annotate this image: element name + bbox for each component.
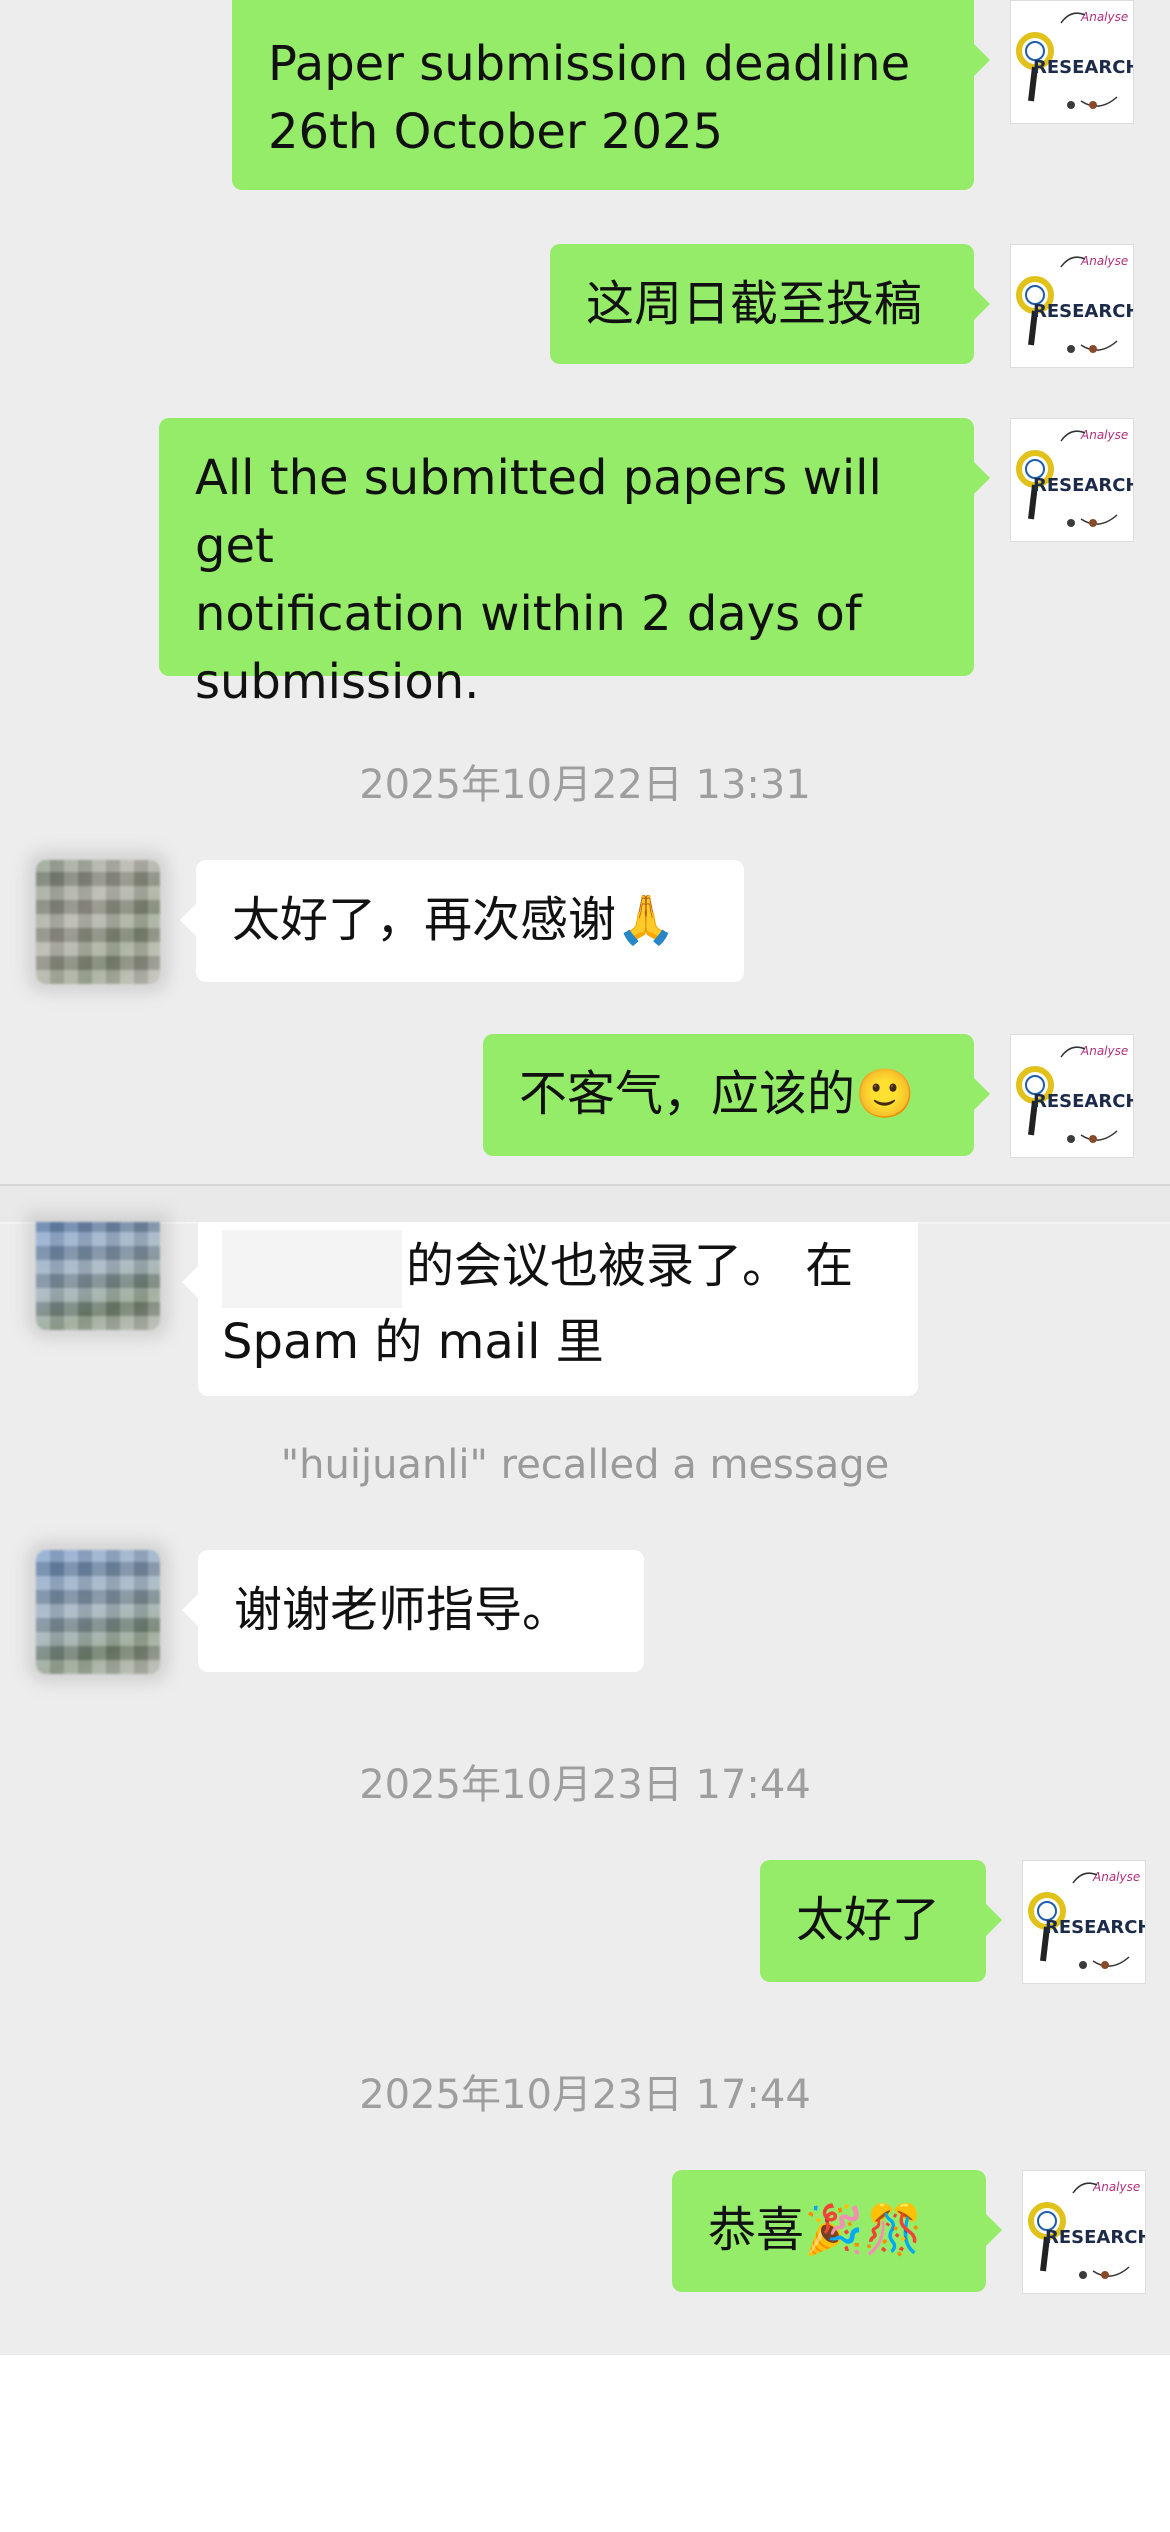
- message-line: notification within 2 days of: [195, 586, 862, 642]
- svg-text:Analyse: Analyse: [1092, 2180, 1140, 2194]
- my-avatar[interactable]: RESEARCH Analyse: [1022, 1860, 1146, 1984]
- chat-area[interactable]: Paper submission deadline 26th October 2…: [0, 0, 1170, 2355]
- message-bubble[interactable]: 谢谢老师指导。: [182, 1550, 644, 1672]
- message-text: 不客气，应该的🙂: [519, 1066, 915, 1122]
- svg-text:Analyse: Analyse: [1080, 1044, 1128, 1058]
- research-logo-icon: RESEARCH Analyse: [1016, 10, 1134, 109]
- research-logo-text: RESEARCH: [1045, 2227, 1146, 2248]
- my-avatar[interactable]: RESEARCH Analyse: [1010, 244, 1134, 368]
- svg-text:Analyse: Analyse: [1080, 254, 1128, 268]
- input-area-blank: [0, 2355, 1170, 2532]
- message-text: 太好了: [796, 1892, 941, 1948]
- message-text: 这周日截至投稿: [586, 276, 923, 332]
- svg-text:Analyse: Analyse: [1092, 1870, 1140, 1884]
- message-text: 谢谢老师指导。: [234, 1582, 571, 1638]
- research-logo-text: RESEARCH: [1033, 1091, 1134, 1112]
- my-avatar[interactable]: RESEARCH Analyse: [1010, 1034, 1134, 1158]
- svg-text:Analyse: Analyse: [1080, 10, 1128, 24]
- screenshot-seam: [0, 1184, 1170, 1224]
- contact-avatar[interactable]: [36, 860, 160, 984]
- redacted-text: [222, 1230, 402, 1308]
- my-avatar[interactable]: RESEARCH Analyse: [1010, 0, 1134, 124]
- research-logo-icon: RESEARCH Analyse: [1028, 2180, 1146, 2279]
- recall-notice: "huijuanli" recalled a message: [280, 1442, 890, 1488]
- message-bubble[interactable]: 恭喜🎉🎊: [672, 2170, 1002, 2292]
- message-bubble[interactable]: Paper submission deadline 26th October 2…: [232, 0, 990, 190]
- message-line: All the submitted papers will get: [195, 450, 882, 574]
- my-avatar[interactable]: RESEARCH Analyse: [1022, 2170, 1146, 2294]
- timestamp: 2025年10月23日 17:44: [359, 2072, 811, 2118]
- research-logo-icon: RESEARCH Analyse: [1016, 254, 1134, 353]
- research-logo-icon: RESEARCH Analyse: [1016, 1044, 1134, 1143]
- research-logo-text: RESEARCH: [1033, 57, 1134, 78]
- message-text: 太好了，再次感谢🙏: [232, 892, 676, 948]
- timestamp: 2025年10月23日 17:44: [359, 1762, 811, 1808]
- contact-avatar[interactable]: [36, 1222, 160, 1330]
- message-bubble[interactable]: 的会议也被录了。 在 Spam 的 mail 里: [182, 1222, 918, 1396]
- message-line: Paper submission deadline: [268, 36, 911, 92]
- message-bubble[interactable]: 太好了，再次感谢🙏: [180, 860, 744, 982]
- my-avatar[interactable]: RESEARCH Analyse: [1010, 418, 1134, 542]
- timestamp: 2025年10月22日 13:31: [359, 762, 811, 808]
- message-line: 26th October 2025: [268, 104, 724, 160]
- research-logo-text: RESEARCH: [1033, 301, 1134, 322]
- message-line: Spam 的 mail 里: [222, 1314, 604, 1370]
- message-line: submission.: [195, 654, 480, 710]
- message-bubble[interactable]: 不客气，应该的🙂: [483, 1034, 990, 1156]
- research-logo-text: RESEARCH: [1045, 1917, 1146, 1938]
- message-bubble[interactable]: 这周日截至投稿: [550, 244, 990, 364]
- message-text: 恭喜🎉🎊: [708, 2202, 924, 2258]
- svg-text:Analyse: Analyse: [1080, 428, 1128, 442]
- message-bubble[interactable]: All the submitted papers will get notifi…: [159, 418, 990, 710]
- message-line: 的会议也被录了。 在: [406, 1238, 854, 1294]
- message-bubble[interactable]: 太好了: [760, 1860, 1002, 1982]
- contact-avatar[interactable]: [36, 1550, 160, 1674]
- research-logo-icon: RESEARCH Analyse: [1028, 1870, 1146, 1969]
- research-logo-text: RESEARCH: [1033, 475, 1134, 496]
- research-logo-icon: RESEARCH Analyse: [1016, 428, 1134, 527]
